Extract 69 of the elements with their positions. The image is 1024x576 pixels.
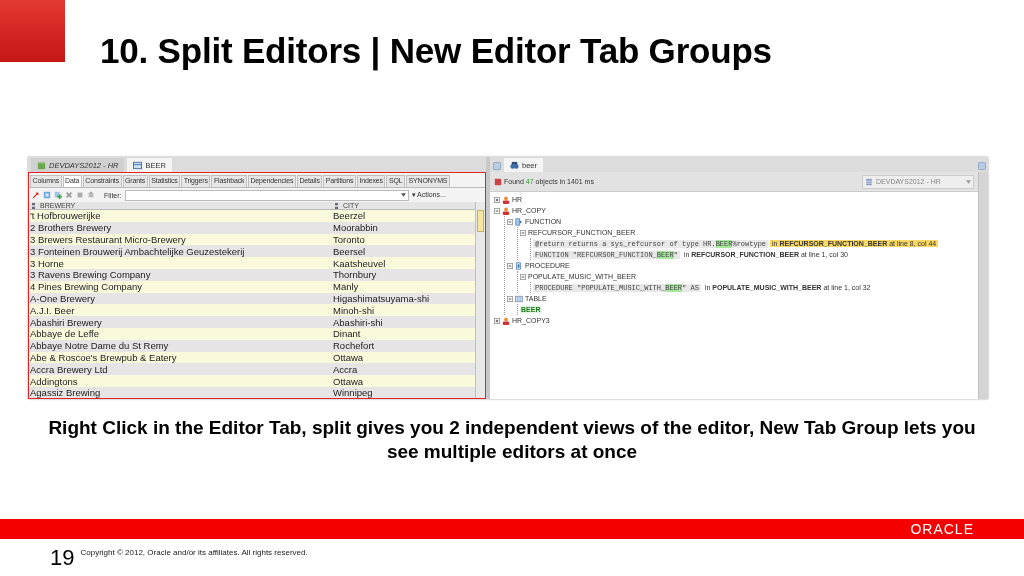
collapse-icon[interactable] xyxy=(520,229,526,236)
page-number: 19 xyxy=(50,547,75,569)
table-cell-text: 3 Brewers Restaurant Micro-Brewery xyxy=(29,234,187,245)
table-cell-text: A-One Brewery xyxy=(29,292,96,304)
restore-icon[interactable] xyxy=(493,162,501,170)
procedure-icon xyxy=(515,261,523,270)
table-cell: Dinant xyxy=(332,328,361,340)
collapse-icon[interactable] xyxy=(507,218,513,225)
user-icon xyxy=(502,316,510,325)
table-cell: Abashiri-shi xyxy=(332,316,383,328)
sort-icon[interactable] xyxy=(335,202,338,209)
table-cell: Toronto xyxy=(332,234,365,245)
scrollbar[interactable] xyxy=(978,172,988,399)
refresh-icon[interactable] xyxy=(43,191,51,199)
maximize-icon[interactable] xyxy=(978,162,986,170)
table-cell-text: Abbaye Notre Dame du St Remy xyxy=(29,340,170,352)
table-icon xyxy=(515,294,523,303)
database-icon xyxy=(37,160,46,170)
binoculars-icon xyxy=(510,160,519,170)
filter-field[interactable] xyxy=(124,189,409,201)
table-cell-text: A.J.I. Beer xyxy=(29,304,76,316)
table-cell: Rochefort xyxy=(332,340,375,352)
table-cell: Moorabbin xyxy=(332,222,378,234)
stop-icon[interactable] xyxy=(494,177,502,186)
table-cell: Higashimatsuyama-shi xyxy=(332,292,430,304)
sort-icon[interactable] xyxy=(32,202,35,209)
accent-square xyxy=(0,0,65,62)
table-cell: Thornbury xyxy=(332,269,377,281)
slide-title: 10. Split Editors | New Editor Tab Groups xyxy=(99,30,773,73)
add-row-icon[interactable] xyxy=(54,191,62,199)
user-icon xyxy=(502,195,510,204)
dropdown-arrow-icon[interactable] xyxy=(400,193,406,197)
table-cell: Accra xyxy=(332,363,358,375)
table-cell-text: Agassiz Brewing xyxy=(29,387,102,398)
collapse-icon[interactable] xyxy=(520,273,526,280)
collapse-icon[interactable] xyxy=(494,207,500,214)
table-cell: Kaatsheuvel xyxy=(332,257,386,269)
table-cell-text: 4 Pines Brewing Company xyxy=(29,281,143,293)
table-cell: Ottawa xyxy=(332,351,364,363)
table-cell: Beersel xyxy=(332,245,366,257)
copyright-text: Copyright © 2012, Oracle and/or its affiliates. All rights reserved. xyxy=(80,548,308,557)
table-cell-text: Abe & Roscoe's Brewpub & Eatery xyxy=(29,351,178,363)
database-icon xyxy=(865,177,873,186)
slide-caption: Right Click in the Editor Tab, split gives you 2 independent views of the editor, New Tab Group lets you see multiple editors at once xyxy=(47,416,977,464)
table-cell-text: 3 Horne xyxy=(29,257,65,269)
table-cell-text: Abbaye de Leffe xyxy=(29,328,101,340)
pin-icon[interactable] xyxy=(32,191,40,199)
table-cell-text: 3 Fonteinen Brouwerij Ambachtelijke Geuzestekerij xyxy=(29,245,246,257)
scrollbar[interactable] xyxy=(475,202,485,398)
logo: ORACLE xyxy=(910,521,974,537)
table-cell-text: 2 Brothers Brewery xyxy=(29,222,113,234)
user-icon xyxy=(502,206,510,215)
function-icon xyxy=(515,217,523,226)
table-cell-text: 3 Ravens Brewing Company xyxy=(29,269,152,281)
table-cell-text: Abashiri Brewery xyxy=(29,316,103,328)
collapse-icon[interactable] xyxy=(507,262,513,269)
delete-icon[interactable] xyxy=(65,191,73,199)
table-cell: Minoh-shi xyxy=(332,304,375,316)
table-cell: Ottawa xyxy=(332,375,364,387)
table-icon xyxy=(133,160,143,170)
expand-icon[interactable] xyxy=(494,317,500,324)
table-cell: Beerzel xyxy=(332,210,366,222)
expand-icon[interactable] xyxy=(494,196,500,203)
table-cell: Winnipeg xyxy=(332,387,373,398)
table-cell-text: 't Hofbrouwerijke xyxy=(29,210,102,222)
table-cell-text: Accra Brewery Ltd xyxy=(29,363,109,375)
table-cell: Manly xyxy=(332,281,359,293)
collapse-icon[interactable] xyxy=(507,295,513,302)
table-cell-text: Addingtons xyxy=(29,375,79,387)
